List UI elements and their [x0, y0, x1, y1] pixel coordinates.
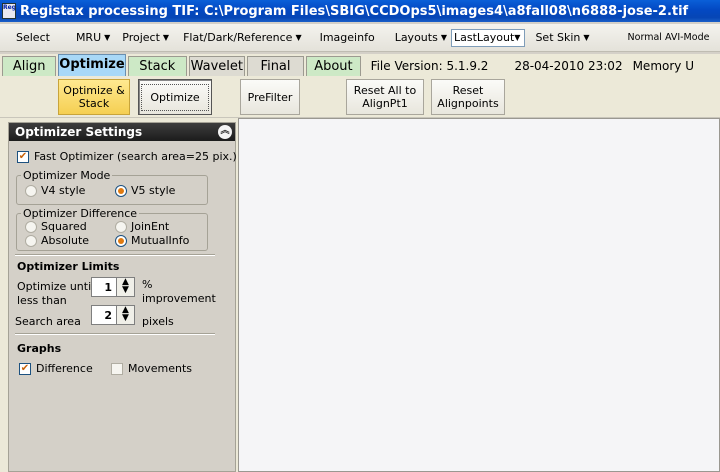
difference-label: Difference: [36, 362, 93, 375]
menu-imageinfo[interactable]: Imageinfo: [316, 31, 379, 44]
mutualinfo-label: MutualInfo: [131, 234, 190, 247]
menu-bar: Select MRU ▼ Project ▼ Flat/Dark/Reference…: [0, 24, 720, 52]
absolute-option[interactable]: Absolute: [25, 234, 89, 247]
menu-project[interactable]: Project ▼: [118, 31, 179, 44]
optimizer-mode-title: Optimizer Mode: [21, 169, 113, 182]
divider: [15, 333, 215, 335]
tab-about[interactable]: About: [306, 56, 361, 76]
movements-option[interactable]: Movements: [111, 362, 192, 375]
reset-alignpoints-button[interactable]: Reset Alignpoints: [431, 79, 505, 115]
menu-layouts[interactable]: Layouts ▼: [391, 31, 451, 44]
left-panel: Optimizer Settings ︽ ✔ Fast Optimizer (s…: [0, 118, 238, 472]
squared-radio[interactable]: [25, 220, 37, 233]
fast-optimizer-option[interactable]: ✔ Fast Optimizer (search area=25 pix.): [17, 150, 237, 163]
prefilter-button[interactable]: PreFilter: [240, 79, 300, 115]
tab-wavelet[interactable]: Wavelet: [188, 56, 245, 76]
chevron-down-icon: ▼: [162, 33, 170, 42]
file-info: File Version: 5.1.9.2 28-04-2010 23:02 M…: [371, 56, 720, 76]
avi-mode-button[interactable]: Normal AVI-Mode: [616, 32, 720, 43]
absolute-radio[interactable]: [25, 234, 37, 247]
panel-header: Optimizer Settings ︽: [9, 123, 235, 141]
menu-set-skin[interactable]: Set Skin ▼: [531, 31, 593, 44]
movements-label: Movements: [128, 362, 192, 375]
app-icon: Regi Stax: [2, 3, 16, 19]
tab-optimize[interactable]: Optimize: [58, 54, 126, 76]
panel-title: Optimizer Settings: [15, 125, 143, 139]
tab-bar: Align Optimize Stack Wavelet Final About…: [0, 54, 720, 76]
menu-mru[interactable]: MRU ▼: [72, 31, 118, 44]
chevron-down-icon: ▼: [440, 33, 447, 42]
search-area-label: Search area: [15, 315, 81, 328]
reset-all-button[interactable]: Reset All to AlignPt1: [346, 79, 424, 115]
joinent-label: JoinEnt: [131, 220, 170, 233]
optimizer-mode-group: Optimizer Mode V4 style V5 style: [16, 169, 208, 205]
percent-label: %: [142, 278, 153, 291]
optimize-stack-button[interactable]: Optimize & Stack: [58, 79, 130, 115]
v4-style-radio[interactable]: [25, 184, 37, 197]
title-bar: Regi Stax Registax processing TIF: C:\Pr…: [0, 0, 720, 22]
file-version: File Version: 5.1.9.2: [370, 59, 489, 73]
tab-stack[interactable]: Stack: [127, 56, 187, 76]
v5-style-option[interactable]: V5 style: [115, 184, 175, 197]
mutualinfo-radio[interactable]: [115, 234, 127, 247]
optimizer-difference-title: Optimizer Difference: [21, 207, 140, 220]
improvement-spinner[interactable]: 1 ▲ ▼: [91, 277, 135, 297]
improvement-label: improvement: [142, 292, 216, 305]
tab-final[interactable]: Final: [246, 56, 305, 76]
joinent-radio[interactable]: [115, 220, 127, 233]
difference-option[interactable]: ✔ Difference: [19, 362, 93, 375]
tab-align[interactable]: Align: [2, 56, 57, 76]
fast-optimizer-label: Fast Optimizer (search area=25 pix.): [34, 150, 237, 163]
less-than-label: less than: [17, 294, 67, 307]
collapse-icon[interactable]: ︽: [218, 125, 232, 139]
optimizer-difference-group: Optimizer Difference Squared JoinEnt Abs…: [16, 207, 208, 251]
chevron-down-icon: ▼: [583, 33, 590, 42]
layout-select[interactable]: LastLayout ▼: [450, 28, 526, 47]
file-timestamp: 28-04-2010 23:02: [514, 59, 623, 73]
window-title: Registax processing TIF: C:\Program File…: [20, 3, 689, 19]
search-area-value: 2: [104, 308, 112, 322]
memory-usage: Memory U: [632, 59, 694, 73]
pixels-label: pixels: [142, 315, 174, 328]
squared-label: Squared: [41, 220, 87, 233]
optimizer-settings-panel: Optimizer Settings ︽ ✔ Fast Optimizer (s…: [8, 122, 237, 472]
improvement-value: 1: [104, 280, 112, 294]
optimize-button[interactable]: Optimize: [138, 79, 212, 115]
fast-optimizer-checkbox[interactable]: ✔: [17, 150, 29, 163]
chevron-down-icon: ▼: [514, 33, 521, 42]
v5-style-radio[interactable]: [115, 184, 127, 197]
movements-checkbox[interactable]: [111, 362, 123, 375]
divider: [15, 254, 215, 256]
search-area-spinner[interactable]: 2 ▲ ▼: [91, 305, 135, 325]
graphs-title: Graphs: [17, 342, 62, 355]
chevron-down-icon: ▼: [104, 33, 111, 42]
squared-option[interactable]: Squared: [25, 220, 87, 233]
optimize-until-label: Optimize until: [17, 280, 95, 293]
v5-style-label: V5 style: [131, 184, 176, 197]
image-view[interactable]: [238, 118, 720, 472]
v4-style-option[interactable]: V4 style: [25, 184, 85, 197]
optimizer-limits-title: Optimizer Limits: [17, 260, 120, 273]
joinent-option[interactable]: JoinEnt: [115, 220, 169, 233]
menu-select[interactable]: Select: [0, 31, 72, 44]
menu-flat-dark-reference[interactable]: Flat/Dark/Reference ▼: [179, 31, 316, 44]
chevron-down-icon: ▼: [295, 33, 302, 42]
absolute-label: Absolute: [41, 234, 90, 247]
mutualinfo-option[interactable]: MutualInfo: [115, 234, 189, 247]
v4-style-label: V4 style: [41, 184, 86, 197]
spinner-arrows-icon[interactable]: ▲ ▼: [116, 306, 134, 324]
spinner-arrows-icon[interactable]: ▲ ▼: [116, 278, 134, 296]
difference-checkbox[interactable]: ✔: [19, 362, 31, 375]
toolbar: Optimize & Stack Optimize PreFilter Rese…: [0, 76, 720, 118]
layout-select-value: LastLayout: [453, 31, 515, 44]
